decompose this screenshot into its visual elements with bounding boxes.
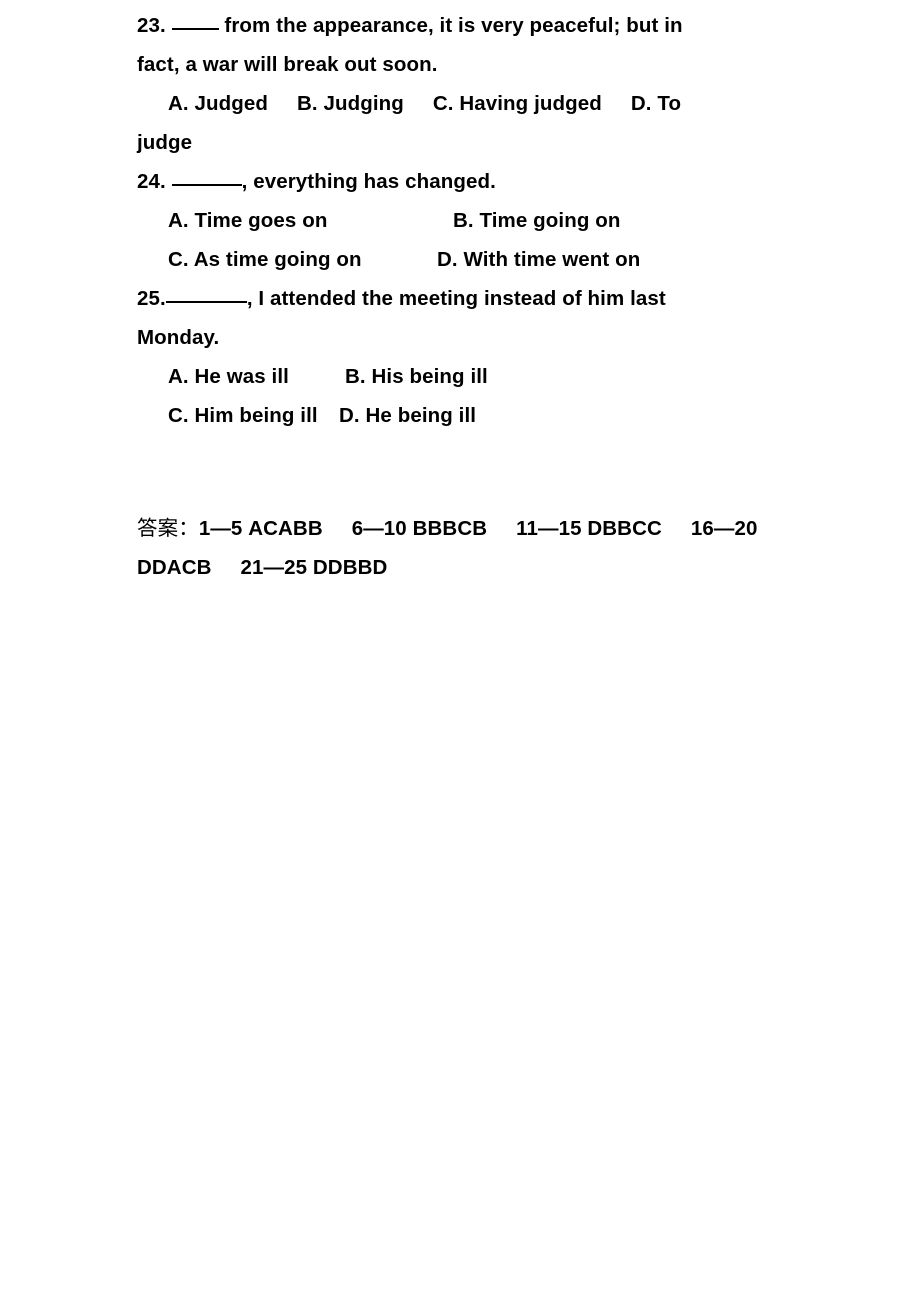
- question-24-blank: [171, 169, 242, 186]
- question-25-stem-text: , I attended the meeting instead of him …: [246, 287, 666, 310]
- question-24-options-row-2: C. As time going on D. With time went on: [137, 240, 757, 279]
- question-24-stem-line-1: 24. , everything has changed.: [137, 162, 757, 201]
- question-25-number: 25.: [137, 287, 166, 310]
- question-23-number: 23.: [137, 14, 166, 37]
- question-25-stem-line-1: 25. , I attended the meeting instead of h…: [137, 279, 757, 318]
- question-24-option-a: A. Time goes on: [168, 209, 328, 232]
- question-24-stem-text: , everything has changed.: [241, 170, 496, 193]
- answer-key-line-2-row: DDACB 21—25 DDBBD: [137, 548, 817, 587]
- question-25-option-c: C. Him being ill: [168, 404, 318, 427]
- answer-key: 答案：1—5 ACABB 6—10 BBBCB 11—15 DBBCC 16—2…: [137, 509, 817, 548]
- question-24-option-d: D. With time went on: [437, 248, 641, 271]
- question-24-number: 24.: [137, 170, 166, 193]
- question-24-option-b: B. Time going on: [453, 209, 621, 232]
- question-23-blank: [171, 13, 219, 30]
- question-25-option-b: B. His being ill: [345, 365, 488, 388]
- answer-key-line-2: DDACB 21—25 DDBBD: [137, 556, 388, 579]
- document-page: 23. from the appearance, it is very peac…: [0, 0, 920, 1302]
- question-25-blank: [165, 286, 247, 303]
- question-23-options-line-2: judge: [137, 131, 193, 154]
- answer-key-label: 答案：: [137, 516, 199, 540]
- question-23-options-line-1: A. Judged B. Judging C. Having judged D.…: [168, 92, 682, 115]
- question-25-options-row-1: A. He was ill B. His being ill: [137, 357, 757, 396]
- question-25-stem-line-2: Monday.: [137, 326, 220, 349]
- question-24-option-c: C. As time going on: [168, 248, 362, 271]
- question-25-option-a: A. He was ill: [168, 365, 289, 388]
- question-23-stem-line-1: 23. from the appearance, it is very peac…: [137, 6, 757, 45]
- question-24-options-row-1: A. Time goes on B. Time going on: [137, 201, 757, 240]
- question-25-option-d: D. He being ill: [339, 404, 477, 427]
- question-25-options-row-2: C. Him being ill D. He being ill: [137, 396, 757, 435]
- question-23-stem-text: from the appearance, it is very peaceful…: [218, 14, 683, 37]
- answer-key-line-1: 1—5 ACABB 6—10 BBBCB 11—15 DBBCC 16—20: [198, 517, 758, 540]
- document-text-body: 23. from the appearance, it is very peac…: [137, 6, 757, 587]
- question-23-stem-line-2: fact, a war will break out soon.: [137, 53, 438, 76]
